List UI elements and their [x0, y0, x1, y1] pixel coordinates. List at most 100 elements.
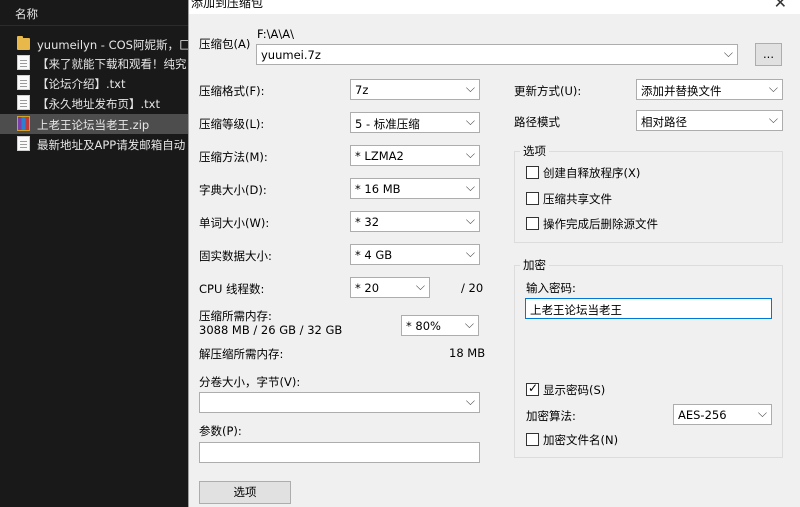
sfx-checkbox-label: 创建自释放程序(X)	[543, 166, 641, 180]
file-name: yuumeilyn - COS阿妮斯，匚	[37, 38, 188, 52]
memory-value: * 80%	[406, 319, 441, 333]
encrypt-names-checkbox-label: 加密文件名(N)	[543, 433, 619, 447]
decomp-memory-label: 解压缩所需内存:	[199, 347, 284, 361]
cpu-threads-select[interactable]: * 20 ⌵	[350, 277, 430, 298]
password-value: 上老王论坛当老王	[530, 303, 622, 317]
file-name: 【永久地址发布页】.txt	[37, 97, 160, 111]
level-value: 5 - 标准压缩	[355, 117, 420, 131]
decomp-memory-value: 18 MB	[449, 346, 486, 360]
solid-size-label: 固实数据大小:	[199, 249, 272, 263]
cpu-threads-label: CPU 线程数:	[199, 282, 265, 296]
checkbox-box[interactable]	[526, 217, 539, 230]
chevron-down-icon[interactable]: ⌵	[416, 279, 425, 294]
sfx-checkbox[interactable]: 创建自释放程序(X)	[526, 164, 726, 180]
file-name: 【论坛介绍】.txt	[37, 77, 126, 91]
column-header-name[interactable]: 名称	[0, 0, 188, 26]
word-size-select[interactable]: * 32 ⌵	[350, 211, 480, 232]
format-value: 7z	[355, 83, 369, 97]
volume-size-combo[interactable]: ⌵	[199, 392, 480, 413]
solid-size-select[interactable]: * 4 GB ⌵	[350, 244, 480, 265]
file-name: 【来了就能下载和观看！纯究	[37, 57, 187, 71]
encryption-method-label: 加密算法:	[526, 409, 576, 423]
chevron-down-icon[interactable]: ⌵	[466, 180, 475, 195]
file-name: 最新地址及APP请发邮箱自动	[37, 138, 186, 152]
encryption-group-title: 加密	[520, 257, 549, 273]
show-password-checkbox[interactable]: 显示密码(S)	[526, 381, 676, 397]
chevron-down-icon[interactable]: ⌵	[466, 147, 475, 162]
path-mode-label: 路径模式	[514, 115, 560, 129]
word-size-value: * 32	[355, 215, 380, 229]
chevron-down-icon[interactable]: ⌵	[466, 213, 475, 228]
chevron-down-icon[interactable]: ⌵	[758, 406, 767, 421]
chevron-down-icon[interactable]: ⌵	[466, 114, 475, 129]
password-input[interactable]: 上老王论坛当老王	[525, 298, 772, 319]
dict-size-select[interactable]: * 16 MB ⌵	[350, 178, 480, 199]
file-row-selected[interactable]: 上老王论坛当老王.zip	[0, 114, 188, 134]
solid-size-value: * 4 GB	[355, 248, 393, 262]
file-row[interactable]: 【来了就能下载和观看！纯究	[0, 53, 188, 73]
close-icon[interactable]: ✕	[774, 0, 787, 12]
dict-size-label: 字典大小(D):	[199, 183, 267, 197]
method-label: 压缩方法(M):	[199, 150, 268, 164]
checkbox-box[interactable]	[526, 166, 539, 179]
file-row[interactable]: 【论坛介绍】.txt	[0, 73, 188, 93]
archive-name-combo[interactable]: yuumei.7z ⌵	[256, 44, 738, 65]
update-mode-value: 添加并替换文件	[641, 84, 722, 98]
checkbox-box[interactable]	[526, 433, 539, 446]
file-row[interactable]: 【永久地址发布页】.txt	[0, 93, 188, 113]
shared-files-checkbox[interactable]: 压缩共享文件	[526, 190, 726, 206]
method-select[interactable]: * LZMA2 ⌵	[350, 145, 480, 166]
file-row[interactable]: yuumeilyn - COS阿妮斯，匚	[0, 34, 188, 54]
encryption-method-select[interactable]: AES-256 ⌵	[673, 404, 772, 425]
file-explorer: 名称 yuumeilyn - COS阿妮斯，匚 【来了就能下载和观看！纯究 【论…	[0, 0, 188, 507]
chevron-down-icon[interactable]: ⌵	[769, 81, 778, 96]
encryption-method-value: AES-256	[678, 408, 727, 422]
checkbox-box[interactable]	[526, 192, 539, 205]
options-group-title: 选项	[520, 143, 549, 159]
format-select[interactable]: 7z ⌵	[350, 79, 480, 100]
params-input[interactable]	[199, 442, 480, 463]
memory-select[interactable]: * 80% ⌵	[401, 315, 479, 336]
password-label: 输入密码:	[526, 281, 576, 295]
level-select[interactable]: 5 - 标准压缩 ⌵	[350, 112, 480, 133]
column-header-label: 名称	[15, 7, 38, 21]
cpu-threads-max: / 20	[461, 281, 484, 295]
add-to-archive-dialog: 添加到压缩包 ✕ 压缩包(A) F:\A\A\ yuumei.7z ⌵ ... …	[188, 0, 800, 507]
dialog-title: 添加到压缩包	[191, 0, 264, 10]
path-mode-select[interactable]: 相对路径 ⌵	[636, 110, 783, 131]
text-file-icon	[17, 136, 30, 151]
chevron-down-icon[interactable]: ⌵	[724, 46, 733, 61]
path-mode-value: 相对路径	[641, 115, 687, 129]
dict-size-value: * 16 MB	[355, 182, 401, 196]
archive-name-value: yuumei.7z	[261, 48, 321, 62]
folder-icon	[17, 36, 30, 50]
text-file-icon	[17, 55, 30, 70]
checkbox-box-checked[interactable]	[526, 381, 539, 396]
delete-after-checkbox-label: 操作完成后删除源文件	[543, 217, 658, 231]
archive-label: 压缩包(A)	[199, 37, 251, 51]
volume-label: 分卷大小，字节(V):	[199, 375, 301, 389]
chevron-down-icon[interactable]: ⌵	[466, 246, 475, 261]
delete-after-checkbox[interactable]: 操作完成后删除源文件	[526, 215, 746, 231]
browse-button[interactable]: ...	[755, 43, 782, 66]
encrypt-names-checkbox[interactable]: 加密文件名(N)	[526, 431, 676, 447]
memory-detail: 3088 MB / 26 GB / 32 GB	[199, 323, 343, 337]
text-file-icon	[17, 75, 30, 90]
chevron-down-icon[interactable]: ⌵	[465, 317, 474, 332]
format-label: 压缩格式(F):	[199, 84, 265, 98]
dialog-titlebar[interactable]: 添加到压缩包 ✕	[189, 0, 800, 14]
word-size-label: 单词大小(W):	[199, 216, 270, 230]
chevron-down-icon[interactable]: ⌵	[466, 81, 475, 96]
chevron-down-icon[interactable]: ⌵	[769, 112, 778, 127]
update-mode-label: 更新方式(U):	[514, 84, 582, 98]
file-name: 上老王论坛当老王.zip	[37, 118, 150, 132]
method-value: * LZMA2	[355, 149, 404, 163]
show-password-checkbox-label: 显示密码(S)	[543, 383, 606, 397]
update-mode-select[interactable]: 添加并替换文件 ⌵	[636, 79, 783, 100]
file-row[interactable]: 最新地址及APP请发邮箱自动	[0, 134, 188, 154]
level-label: 压缩等级(L):	[199, 117, 265, 131]
options-button[interactable]: 选项	[199, 481, 291, 504]
params-label: 参数(P):	[199, 424, 242, 438]
text-file-icon	[17, 95, 30, 110]
chevron-down-icon[interactable]: ⌵	[466, 394, 475, 409]
